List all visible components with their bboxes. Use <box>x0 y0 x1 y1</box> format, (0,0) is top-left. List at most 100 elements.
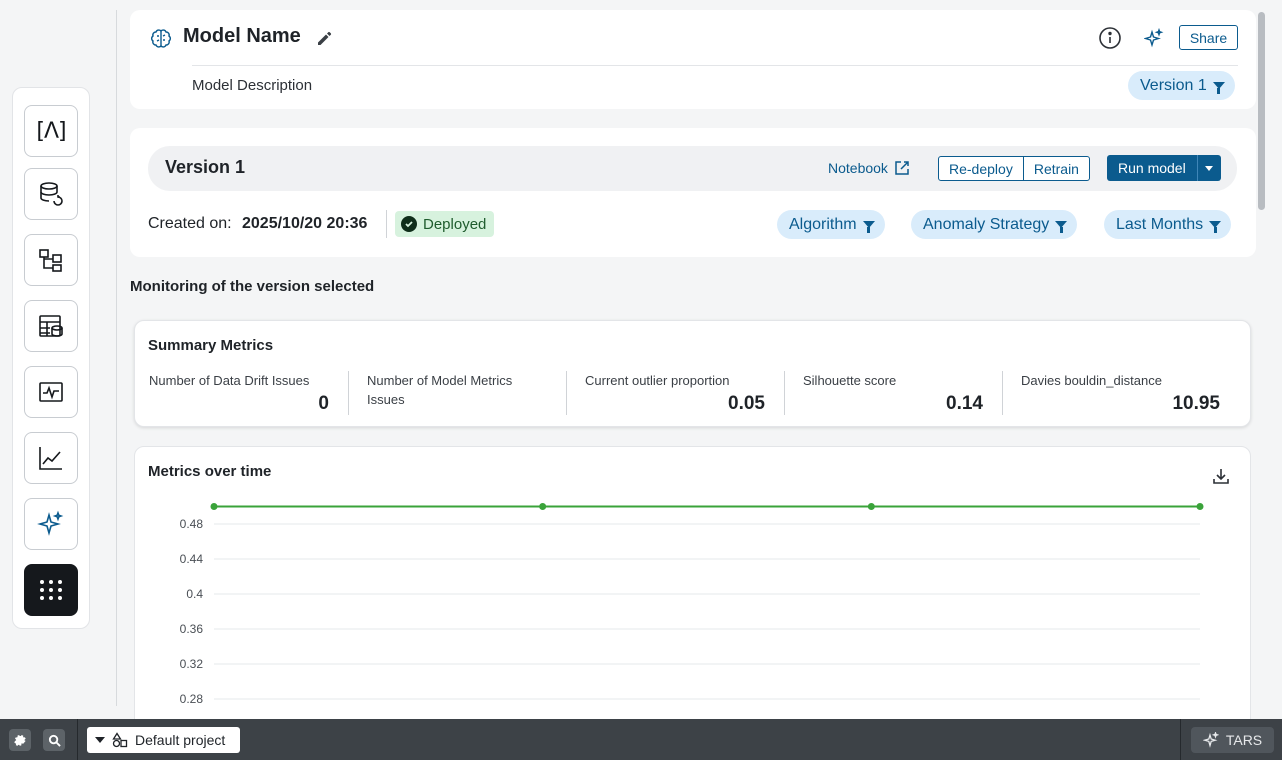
info-icon[interactable] <box>1098 26 1122 50</box>
filter-icon <box>1209 221 1222 233</box>
check-circle-icon <box>401 216 417 232</box>
model-title: Model Name <box>183 25 301 47</box>
algorithm-filter-label: Algorithm <box>789 215 857 233</box>
chevron-down-icon <box>1205 165 1213 171</box>
edit-icon[interactable] <box>316 30 333 47</box>
search-icon <box>48 734 61 747</box>
tars-button[interactable]: TARS <box>1191 727 1274 753</box>
status-badge: Deployed <box>395 211 495 237</box>
model-header: Model Name Share Model Description Versi… <box>130 10 1256 109</box>
bottom-divider <box>77 719 78 760</box>
metric-label: Number of Data Drift Issues <box>149 373 310 388</box>
apps-button[interactable] <box>24 564 78 616</box>
metric-value: 0.05 <box>728 393 765 414</box>
anomaly-strategy-filter-label: Anomaly Strategy <box>923 215 1050 233</box>
notebook-link[interactable]: Notebook <box>828 160 910 176</box>
settings-button[interactable] <box>9 729 31 751</box>
lambda-button[interactable]: [Λ] <box>24 105 78 157</box>
gear-icon <box>14 735 26 746</box>
metric-label: Silhouette score <box>803 373 897 388</box>
share-button[interactable]: Share <box>1179 25 1238 50</box>
metric-label: Current outlier proportion <box>585 373 730 388</box>
shapes-icon <box>112 732 128 748</box>
project-label: Default project <box>135 732 226 748</box>
metric-silhouette-score: Silhouette score 0.14 <box>803 371 983 415</box>
scrollbar-thumb[interactable] <box>1258 12 1265 210</box>
project-selector[interactable]: Default project <box>87 727 240 753</box>
metric-divider <box>566 371 567 415</box>
datasets-button[interactable] <box>24 300 78 352</box>
monitoring-button[interactable] <box>24 366 78 418</box>
summary-metrics-title: Summary Metrics <box>148 337 274 354</box>
search-button[interactable] <box>43 729 65 751</box>
metric-label: Number of Model Metrics Issues <box>367 373 513 407</box>
sparkle-icon[interactable] <box>1144 28 1164 48</box>
data-sources-button[interactable] <box>24 168 78 220</box>
caret-down-icon <box>95 737 105 743</box>
created-value: 2025/10/20 20:36 <box>242 215 368 232</box>
metric-value: 0.14 <box>946 393 983 414</box>
notebook-label: Notebook <box>828 160 888 176</box>
created-divider <box>386 210 387 238</box>
created-label: Created on: <box>148 215 232 232</box>
last-months-filter-chip[interactable]: Last Months <box>1104 210 1232 239</box>
run-model-button[interactable]: Run model <box>1107 155 1221 181</box>
sparkle-icon <box>1202 732 1219 748</box>
metric-divider <box>348 371 349 415</box>
data-point[interactable] <box>210 503 218 510</box>
metric-value: 10.95 <box>1172 393 1220 414</box>
tars-label: TARS <box>1225 732 1263 748</box>
metric-divider <box>784 371 785 415</box>
deploy-button-group: Re-deploy Retrain <box>938 156 1090 181</box>
algorithm-filter-chip[interactable]: Algorithm <box>777 210 885 239</box>
bottom-divider <box>1180 719 1181 760</box>
metric-data-drift: Number of Data Drift Issues 0 <box>149 371 329 415</box>
brain-icon <box>151 29 171 48</box>
version-title: Version 1 <box>165 157 246 177</box>
database-refresh-icon <box>40 182 63 206</box>
left-rail: [Λ] <box>12 87 90 629</box>
lambda-icon: [Λ] <box>36 118 66 144</box>
retrain-button[interactable]: Retrain <box>1022 157 1089 180</box>
data-point[interactable] <box>1196 503 1204 510</box>
metrics-over-time-card: Metrics over time 0.48 0.44 0.4 0.36 0.32 0.2… <box>134 446 1251 736</box>
filter-icon <box>862 221 875 233</box>
status-label: Deployed <box>423 215 487 233</box>
bottom-bar: Default project TARS <box>0 719 1282 760</box>
data-point[interactable] <box>539 503 547 510</box>
table-database-icon <box>39 315 63 337</box>
apps-grid-icon <box>40 580 62 600</box>
redeploy-button[interactable]: Re-deploy <box>939 157 1023 180</box>
external-link-icon <box>895 161 909 175</box>
filter-icon <box>1212 82 1225 94</box>
metric-model-metrics-issues: Number of Model Metrics Issues <box>367 371 547 415</box>
monitor-pulse-icon <box>39 382 63 402</box>
analytics-button[interactable] <box>24 432 78 484</box>
version-filter-label: Version 1 <box>1140 76 1207 94</box>
pipelines-button[interactable] <box>24 234 78 286</box>
last-months-filter-label: Last Months <box>1116 215 1204 233</box>
filter-icon <box>1055 221 1068 233</box>
version-bar: Version 1 Notebook Re-deploy Retrain Run… <box>148 146 1237 191</box>
metric-divider <box>1002 371 1003 415</box>
anomaly-strategy-filter-chip[interactable]: Anomaly Strategy <box>911 210 1078 239</box>
header-divider <box>192 65 1238 66</box>
metric-label: Davies bouldin_distance <box>1021 373 1162 388</box>
line-chart-icon <box>39 447 62 470</box>
run-model-label: Run model <box>1118 160 1186 176</box>
monitoring-section-title: Monitoring of the version selected <box>130 278 375 295</box>
run-options-dropdown[interactable] <box>1197 155 1220 181</box>
ai-assistant-button[interactable] <box>24 498 78 550</box>
metrics-line-chart <box>210 503 1204 700</box>
version-filter-chip[interactable]: Version 1 <box>1128 71 1235 100</box>
model-description: Model Description <box>192 77 313 94</box>
flow-diagram-icon <box>39 249 62 272</box>
metric-value: 0 <box>318 393 329 414</box>
rail-divider <box>116 10 117 706</box>
version-panel: Version 1 Notebook Re-deploy Retrain Run… <box>130 128 1256 257</box>
summary-metrics-card: Summary Metrics Number of Data Drift Iss… <box>134 320 1251 427</box>
data-point[interactable] <box>867 503 875 510</box>
metric-outlier-proportion: Current outlier proportion 0.05 <box>585 371 765 415</box>
sparkle-icon <box>37 510 64 536</box>
metric-davies-bouldin: Davies bouldin_distance 10.95 <box>1021 371 1220 415</box>
